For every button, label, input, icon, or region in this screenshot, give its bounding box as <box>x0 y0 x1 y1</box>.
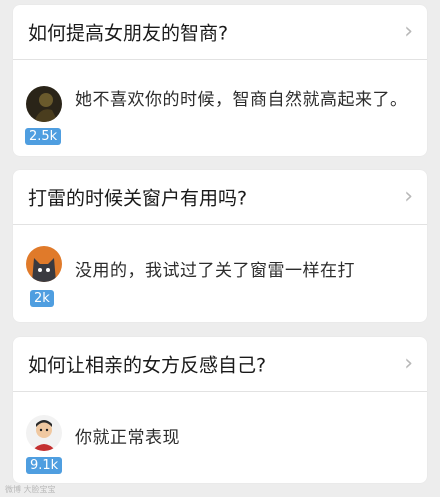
vote-count-badge: 2.5k <box>25 128 62 145</box>
vote-count-badge: 9.1k <box>26 457 63 474</box>
vote-count-badge: 2k <box>30 290 54 307</box>
answer-text[interactable]: 没用的，我试过了关了窗雷一样在打 <box>75 258 415 285</box>
question-header-1[interactable]: 如何提高女朋友的智商? › <box>13 5 427 60</box>
cat-avatar-icon[interactable] <box>26 246 62 282</box>
dark-avatar-icon[interactable] <box>26 86 62 122</box>
answer-text[interactable]: 你就正常表现 <box>75 425 415 452</box>
question-title[interactable]: 如何让相亲的女方反感自己? <box>28 351 266 378</box>
watermark: 微博 大脸宝宝 <box>5 485 56 494</box>
chevron-right-icon[interactable]: › <box>404 21 413 43</box>
chevron-right-icon[interactable]: › <box>404 186 413 208</box>
cartoon-man-avatar-icon[interactable] <box>26 415 62 451</box>
answer-text[interactable]: 她不喜欢你的时候，智商自然就高起来了。 <box>75 87 415 114</box>
question-header-2[interactable]: 打雷的时候关窗户有用吗? › <box>13 170 427 225</box>
question-card-3: 如何让相亲的女方反感自己? › 9.1k 你就正常表现 <box>13 337 427 483</box>
question-card-2: 打雷的时候关窗户有用吗? › 2k 没用的，我试过了关了窗雷一样在打 <box>13 170 427 322</box>
question-header-3[interactable]: 如何让相亲的女方反感自己? › <box>13 337 427 392</box>
question-card-1: 如何提高女朋友的智商? › 2.5k 她不喜欢你的时候，智商自然就高起来了。 <box>13 5 427 156</box>
question-title[interactable]: 如何提高女朋友的智商? <box>28 19 228 46</box>
question-title[interactable]: 打雷的时候关窗户有用吗? <box>28 184 247 211</box>
chevron-right-icon[interactable]: › <box>404 353 413 375</box>
